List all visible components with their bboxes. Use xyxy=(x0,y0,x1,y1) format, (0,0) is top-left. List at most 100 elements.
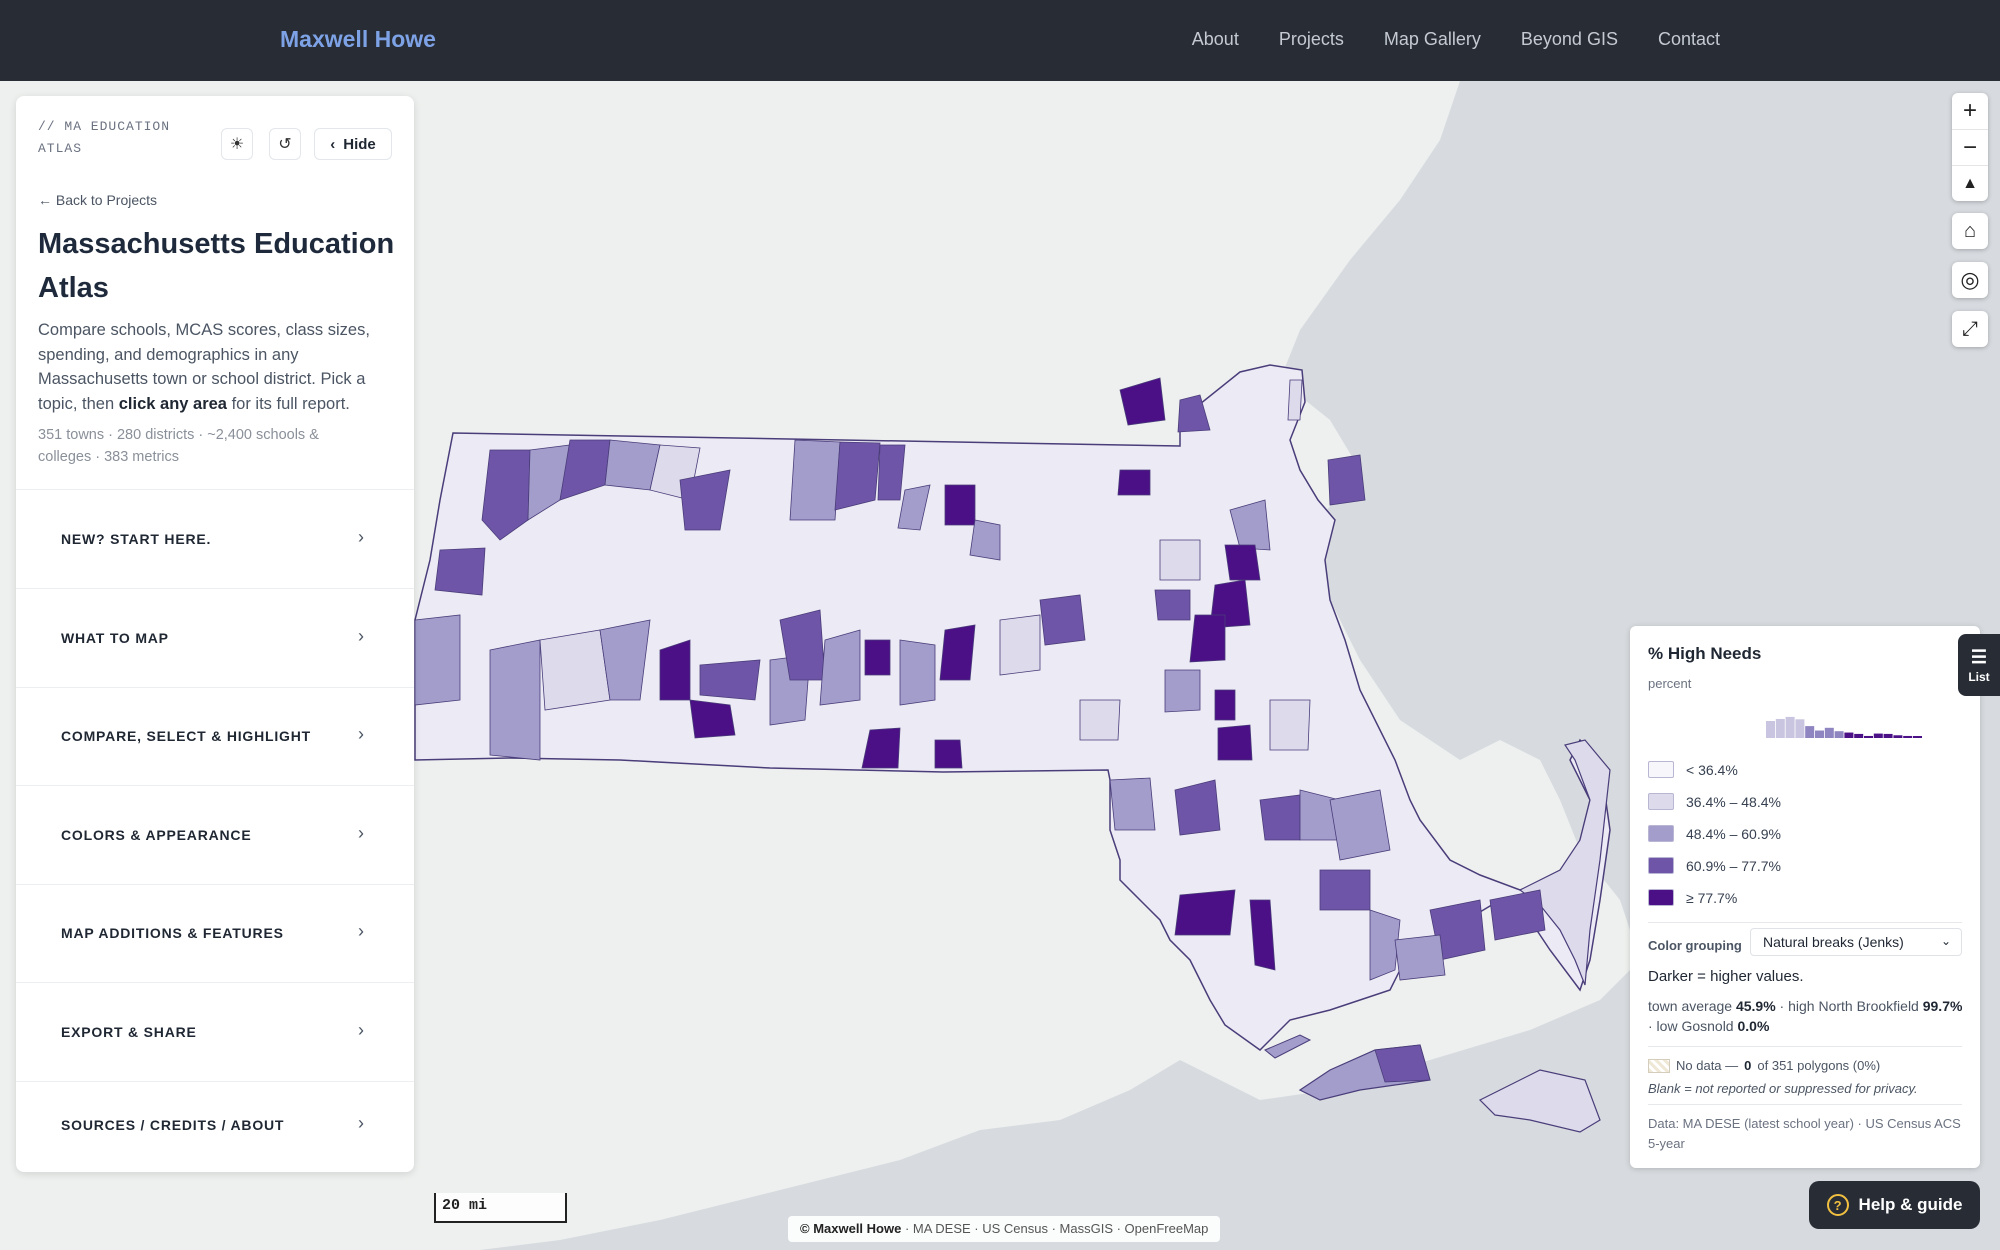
zoom-in-button[interactable]: + xyxy=(1952,93,1988,129)
histogram-bar xyxy=(1913,736,1922,738)
section-label: EXPORT & SHARE xyxy=(61,1024,197,1040)
darker-note: Darker = higher values. xyxy=(1648,968,1804,985)
locate-button[interactable]: ◎ xyxy=(1952,262,1988,298)
nav-links: About Projects Map Gallery Beyond GIS Co… xyxy=(1192,29,1720,50)
chevron-right-icon: › xyxy=(358,1113,364,1133)
histogram-bar xyxy=(1805,726,1815,738)
sun-icon: ☀ xyxy=(229,136,245,153)
nav-projects[interactable]: Projects xyxy=(1279,29,1344,50)
legend-swatch xyxy=(1648,793,1674,810)
section-compare-select-highlight[interactable]: COMPARE, SELECT & HIGHLIGHT › xyxy=(16,687,414,785)
theme-toggle-button[interactable]: ☀ xyxy=(221,128,253,160)
compass-icon: ▲ xyxy=(1962,174,1978,192)
section-what-to-map[interactable]: WHAT TO MAP › xyxy=(16,588,414,687)
atlas-stats: 351 towns · 280 districts · ~2,400 schoo… xyxy=(38,427,319,465)
histogram-bar xyxy=(1834,731,1844,738)
section-colors-appearance[interactable]: COLORS & APPEARANCE › xyxy=(16,785,414,884)
chevron-right-icon: › xyxy=(358,921,364,941)
back-to-projects-link[interactable]: ← Back to Projects xyxy=(38,192,157,208)
histogram-bar xyxy=(1864,735,1873,738)
section-label: MAP ADDITIONS & FEATURES xyxy=(61,925,284,941)
legend-panel: % High Needs percent < 36.4% 36.4% – 48.… xyxy=(1630,626,1980,1168)
help-label: Help & guide xyxy=(1858,1195,1963,1214)
legend-class-label: < 36.4% xyxy=(1686,761,1738,778)
nav-map-gallery[interactable]: Map Gallery xyxy=(1384,29,1481,50)
legend-class-2: 36.4% – 48.4% xyxy=(1648,793,1781,810)
locate-control: ◎ xyxy=(1952,262,1988,298)
legend-class-1: < 36.4% xyxy=(1648,761,1738,778)
compass-button[interactable]: ▲ xyxy=(1952,165,1988,201)
brand-link[interactable]: Maxwell Howe xyxy=(280,26,436,53)
legend-title: % High Needs xyxy=(1648,644,1762,663)
legend-swatch xyxy=(1648,761,1674,778)
section-label: NEW? START HERE. xyxy=(61,531,212,547)
legend-histogram xyxy=(1766,716,1922,738)
section-sources-credits-about[interactable]: SOURCES / CREDITS / ABOUT › xyxy=(16,1081,414,1172)
fullscreen-icon: ⤢ xyxy=(1962,317,1978,340)
color-grouping-select[interactable]: Natural breaks (Jenks) ⌄ xyxy=(1750,928,1962,956)
page-description: Compare schools, MCAS scores, class size… xyxy=(38,321,370,413)
nav-about[interactable]: About xyxy=(1192,29,1239,50)
section-new-start-here[interactable]: NEW? START HERE. › xyxy=(16,489,414,588)
sidebar-panel: // MA EDUCATION ATLAS ☀ ↺ ‹ Hide ← Back … xyxy=(16,96,414,1172)
histogram-bar xyxy=(1815,730,1824,738)
legend-summary: town average 45.9% · high North Brookfie… xyxy=(1648,998,1963,1034)
zoom-controls: + − ▲ xyxy=(1952,93,1988,201)
home-button[interactable]: ⌂ xyxy=(1952,213,1988,249)
home-control: ⌂ xyxy=(1952,213,1988,249)
chevron-right-icon: › xyxy=(358,823,364,843)
color-grouping-label: Color grouping xyxy=(1648,938,1742,953)
legend-class-label: ≥ 77.7% xyxy=(1686,889,1738,906)
fullscreen-button[interactable]: ⤢ xyxy=(1952,311,1988,347)
legend-class-label: 60.9% – 77.7% xyxy=(1686,857,1781,874)
histogram-bar xyxy=(1854,733,1864,738)
no-data-swatch xyxy=(1648,1058,1670,1073)
section-label: COLORS & APPEARANCE xyxy=(61,827,252,843)
list-toggle-button[interactable]: ☰ List xyxy=(1958,634,2000,696)
chevron-right-icon: › xyxy=(358,626,364,646)
section-export-share[interactable]: EXPORT & SHARE › xyxy=(16,982,414,1081)
fullscreen-control: ⤢ xyxy=(1952,311,1988,347)
chevron-left-icon: ‹ xyxy=(330,135,336,153)
histogram-bar xyxy=(1785,716,1795,738)
legend-swatch xyxy=(1648,825,1674,842)
no-data-row: No data — 0 of 351 polygons (0%) xyxy=(1648,1058,1880,1073)
map-attribution[interactable]: © Maxwell Howe · MA DESE · US Census · M… xyxy=(788,1216,1221,1242)
nav-beyond-gis[interactable]: Beyond GIS xyxy=(1521,29,1618,50)
data-source-note: Data: MA DESE (latest school year) · US … xyxy=(1648,1116,1961,1151)
legend-class-4: 60.9% – 77.7% xyxy=(1648,857,1781,874)
section-label: SOURCES / CREDITS / ABOUT xyxy=(61,1117,285,1133)
histogram-bar xyxy=(1844,732,1854,738)
reset-icon: ↺ xyxy=(278,136,292,153)
section-label: WHAT TO MAP xyxy=(61,630,169,646)
histogram-bar xyxy=(1775,718,1785,738)
top-nav-bar: Maxwell Howe About Projects Map Gallery … xyxy=(0,0,2000,81)
reset-button[interactable]: ↺ xyxy=(269,128,301,160)
blank-note: Blank = not reported or suppressed for p… xyxy=(1648,1081,1918,1096)
list-icon: ☰ xyxy=(1970,646,1988,667)
zoom-out-button[interactable]: − xyxy=(1952,129,1988,165)
nav-contact[interactable]: Contact xyxy=(1658,29,1720,50)
section-map-additions-features[interactable]: MAP ADDITIONS & FEATURES › xyxy=(16,884,414,982)
legend-class-3: 48.4% – 60.9% xyxy=(1648,825,1781,842)
help-guide-button[interactable]: ? Help & guide xyxy=(1809,1181,1980,1229)
divider xyxy=(1648,1046,1962,1047)
list-label: List xyxy=(1968,669,1990,684)
crosshair-icon: ◎ xyxy=(1960,267,1980,292)
histogram-bar xyxy=(1893,735,1903,738)
color-grouping-value: Natural breaks (Jenks) xyxy=(1763,934,1904,950)
chevron-right-icon: › xyxy=(358,724,364,744)
chevron-right-icon: › xyxy=(358,527,364,547)
hide-label: Hide xyxy=(343,135,376,153)
histogram-bar xyxy=(1883,733,1893,738)
hide-panel-button[interactable]: ‹ Hide xyxy=(314,128,392,160)
panel-kicker: // MA EDUCATION ATLAS xyxy=(38,119,171,156)
histogram-bar xyxy=(1903,735,1913,738)
legend-swatch xyxy=(1648,889,1674,906)
legend-class-label: 48.4% – 60.9% xyxy=(1686,825,1781,842)
scale-bar: 20 mi xyxy=(434,1193,567,1223)
legend-unit: percent xyxy=(1648,676,1692,691)
divider xyxy=(1648,922,1962,923)
divider xyxy=(1648,1104,1962,1105)
question-icon: ? xyxy=(1826,1194,1849,1216)
